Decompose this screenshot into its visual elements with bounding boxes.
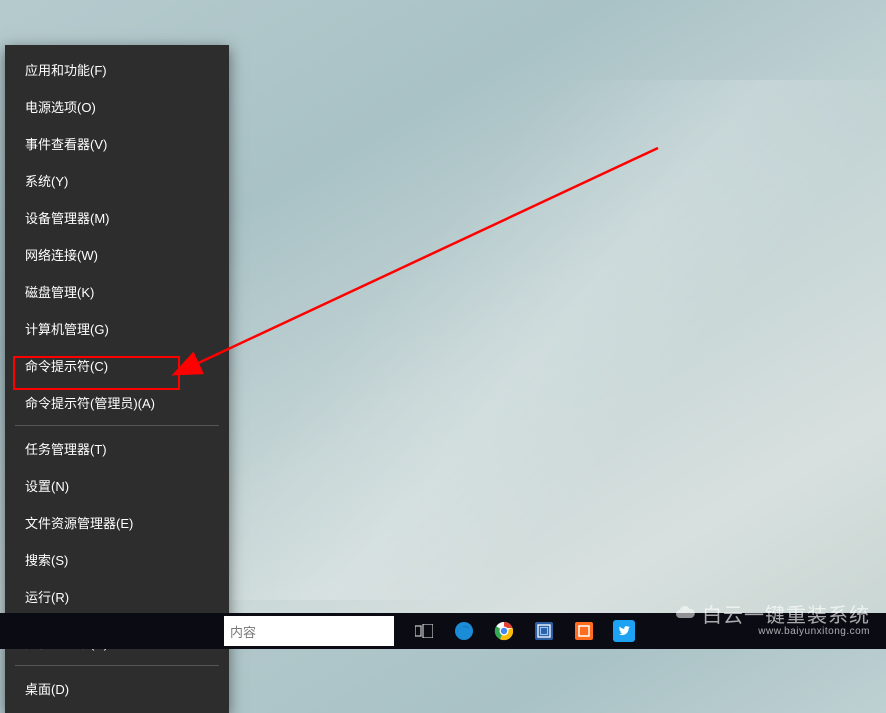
menu-separator-3 <box>15 665 219 666</box>
menu-file-explorer[interactable]: 文件资源管理器(E) <box>5 504 229 541</box>
task-view-icon[interactable] <box>412 619 436 643</box>
taskbar-app-icons <box>412 613 636 649</box>
menu-disk-management[interactable]: 磁盘管理(K) <box>5 273 229 310</box>
menu-power-options[interactable]: 电源选项(O) <box>5 88 229 125</box>
menu-run[interactable]: 运行(R) <box>5 578 229 615</box>
chrome-icon[interactable] <box>492 619 516 643</box>
menu-command-prompt[interactable]: 命令提示符(C) <box>5 347 229 384</box>
desktop-background-shine <box>220 80 886 600</box>
menu-task-manager[interactable]: 任务管理器(T) <box>5 430 229 467</box>
taskbar-spacer <box>0 613 224 649</box>
menu-separator-1 <box>15 425 219 426</box>
menu-network-connections[interactable]: 网络连接(W) <box>5 236 229 273</box>
twitter-icon[interactable] <box>612 619 636 643</box>
menu-apps-features[interactable]: 应用和功能(F) <box>5 51 229 88</box>
taskbar-search-input[interactable]: 内容 <box>224 616 394 646</box>
menu-event-viewer[interactable]: 事件查看器(V) <box>5 125 229 162</box>
menu-computer-management[interactable]: 计算机管理(G) <box>5 310 229 347</box>
search-placeholder-text: 内容 <box>230 622 256 641</box>
menu-desktop[interactable]: 桌面(D) <box>5 670 229 707</box>
menu-search[interactable]: 搜索(S) <box>5 541 229 578</box>
edge-icon[interactable] <box>452 619 476 643</box>
menu-settings[interactable]: 设置(N) <box>5 467 229 504</box>
menu-command-prompt-admin[interactable]: 命令提示符(管理员)(A) <box>5 384 229 421</box>
menu-system[interactable]: 系统(Y) <box>5 162 229 199</box>
vmware-icon[interactable] <box>532 619 556 643</box>
app-orange-icon[interactable] <box>572 619 596 643</box>
menu-device-manager[interactable]: 设备管理器(M) <box>5 199 229 236</box>
